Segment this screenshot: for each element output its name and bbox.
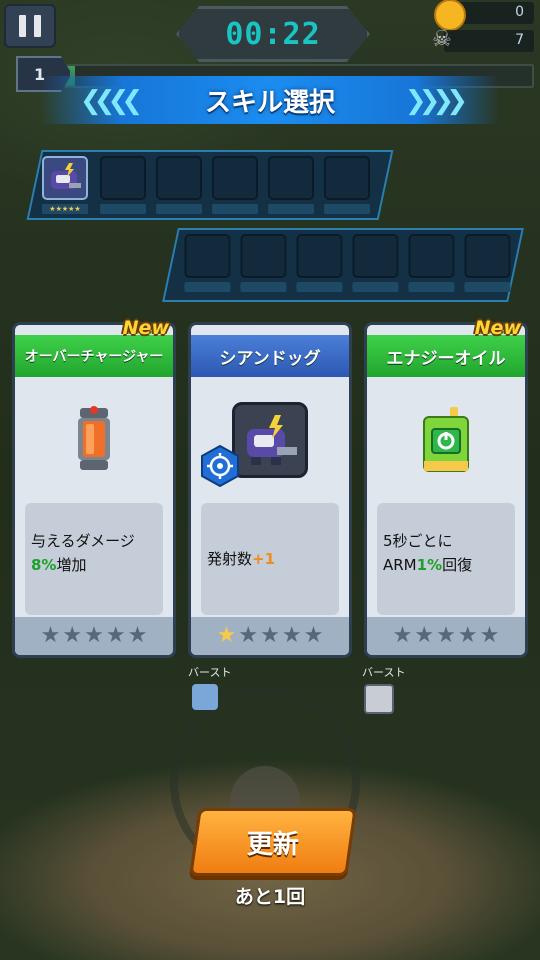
star-empty-icon: ★ bbox=[127, 623, 148, 648]
weapon-slot-empty bbox=[324, 156, 370, 214]
robot-dog-icon bbox=[247, 415, 297, 465]
passive-slot-empty bbox=[184, 234, 231, 292]
skill-card-cyan-dog[interactable]: シアンドッグ 発射数+1 ★ ★ ★ ★ ★ bbox=[188, 322, 352, 658]
weapon-slot-empty bbox=[100, 156, 146, 214]
card-title: シアンドッグ bbox=[191, 335, 349, 377]
passive-slot-empty bbox=[408, 234, 455, 292]
weapon-slots: ★★★★★ bbox=[26, 150, 394, 220]
skill-card-energy-oil[interactable]: エナジーオイル New 5秒ごとに ARM1%回復 ★ ★ ★ ★ ★ bbox=[364, 317, 528, 658]
skill-select-banner: ❮❮❮❮ スキル選択 ❯❯❯❯ bbox=[40, 76, 500, 124]
pause-button[interactable] bbox=[4, 4, 56, 48]
star-empty-icon: ★ bbox=[303, 623, 324, 648]
star-empty-icon: ★ bbox=[260, 623, 280, 648]
star-empty-icon: ★ bbox=[392, 623, 413, 648]
card-description: 発射数+1 bbox=[201, 503, 339, 615]
star-rating: ★ ★ ★ ★ ★ bbox=[367, 617, 525, 655]
capsule-icon bbox=[78, 406, 110, 470]
burst-capsule-icon bbox=[192, 684, 218, 710]
star-empty-icon: ★ bbox=[40, 623, 61, 648]
page-title: スキル選択 bbox=[204, 87, 335, 118]
coin-counter: 0 bbox=[434, 0, 534, 31]
star-empty-icon: ★ bbox=[457, 623, 478, 648]
passive-slot-empty bbox=[352, 234, 399, 292]
weapon-slot-empty bbox=[156, 156, 202, 214]
target-badge-icon bbox=[201, 445, 239, 487]
chevrons-left-icon: ❮❮❮❮ bbox=[80, 86, 143, 116]
pause-icon bbox=[19, 15, 26, 37]
passive-slots bbox=[162, 228, 524, 302]
star-empty-icon: ★ bbox=[105, 623, 126, 648]
skill-card-overcharger[interactable]: オーバーチャージャー New 与えるダメージ 8%増加 ★ ★ ★ ★ ★ bbox=[12, 317, 176, 658]
mini-stars: ★★★★★ bbox=[42, 204, 88, 214]
new-badge: New bbox=[474, 317, 521, 339]
refresh-button[interactable]: 更新 bbox=[189, 808, 357, 876]
new-badge: New bbox=[122, 317, 169, 339]
timer-text: 00:22 bbox=[225, 16, 321, 52]
card-description: 与えるダメージ 8%増加 bbox=[25, 503, 163, 615]
star-empty-icon: ★ bbox=[238, 623, 259, 648]
card-title: オーバーチャージャー bbox=[15, 335, 173, 377]
star-empty-icon: ★ bbox=[414, 623, 435, 648]
star-empty-icon: ★ bbox=[479, 623, 500, 648]
chevrons-right-icon: ❯❯❯❯ bbox=[404, 86, 468, 116]
burst-label: バースト bbox=[188, 666, 232, 679]
skull-icon: ☠ bbox=[432, 27, 452, 52]
kill-counter: ☠ 7 bbox=[432, 27, 534, 52]
passive-slot-empty bbox=[464, 234, 511, 292]
star-rating: ★ ★ ★ ★ ★ bbox=[15, 617, 173, 655]
star-empty-icon: ★ bbox=[281, 623, 302, 648]
burst-robot-icon bbox=[364, 684, 394, 714]
star-empty-icon: ★ bbox=[62, 623, 83, 648]
star-empty-icon: ★ bbox=[84, 623, 104, 648]
card-description: 5秒ごとに ARM1%回復 bbox=[377, 503, 515, 615]
star-empty-icon: ★ bbox=[436, 623, 456, 648]
weapon-slot-owned: ★★★★★ bbox=[42, 156, 88, 214]
resource-counters: 0 ☠ 7 bbox=[432, 0, 534, 58]
timer: 00:22 bbox=[176, 6, 370, 62]
burst-label: バースト bbox=[362, 666, 406, 679]
weapon-slot-empty bbox=[212, 156, 258, 214]
oil-can-icon bbox=[423, 407, 469, 472]
card-title: エナジーオイル bbox=[367, 335, 525, 377]
passive-slot-empty bbox=[296, 234, 343, 292]
star-filled-icon: ★ bbox=[216, 623, 237, 648]
robot-dog-icon bbox=[51, 163, 81, 189]
passive-slot-empty bbox=[240, 234, 287, 292]
remaining-count: あと1回 bbox=[234, 886, 306, 908]
weapon-slot-empty bbox=[268, 156, 314, 214]
star-rating: ★ ★ ★ ★ ★ bbox=[191, 617, 349, 655]
